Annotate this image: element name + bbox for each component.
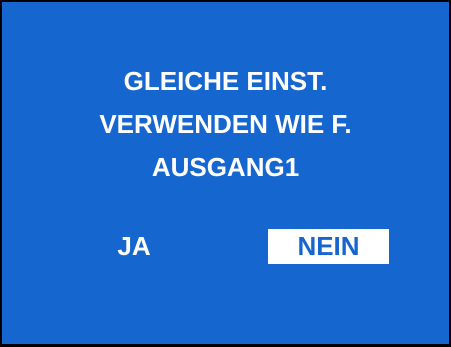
no-option-selected[interactable]: NEIN — [268, 229, 389, 264]
dialog-message: GLEICHE EINST. VERWENDEN WIE F. AUSGANG1 — [2, 60, 449, 189]
message-line-2: VERWENDEN WIE F. — [99, 109, 352, 139]
dialog-screen: GLEICHE EINST. VERWENDEN WIE F. AUSGANG1… — [0, 0, 451, 347]
message-line-3: AUSGANG1 — [151, 152, 300, 182]
message-line-1: GLEICHE EINST. — [123, 66, 328, 96]
yes-option[interactable]: JA — [94, 229, 174, 264]
